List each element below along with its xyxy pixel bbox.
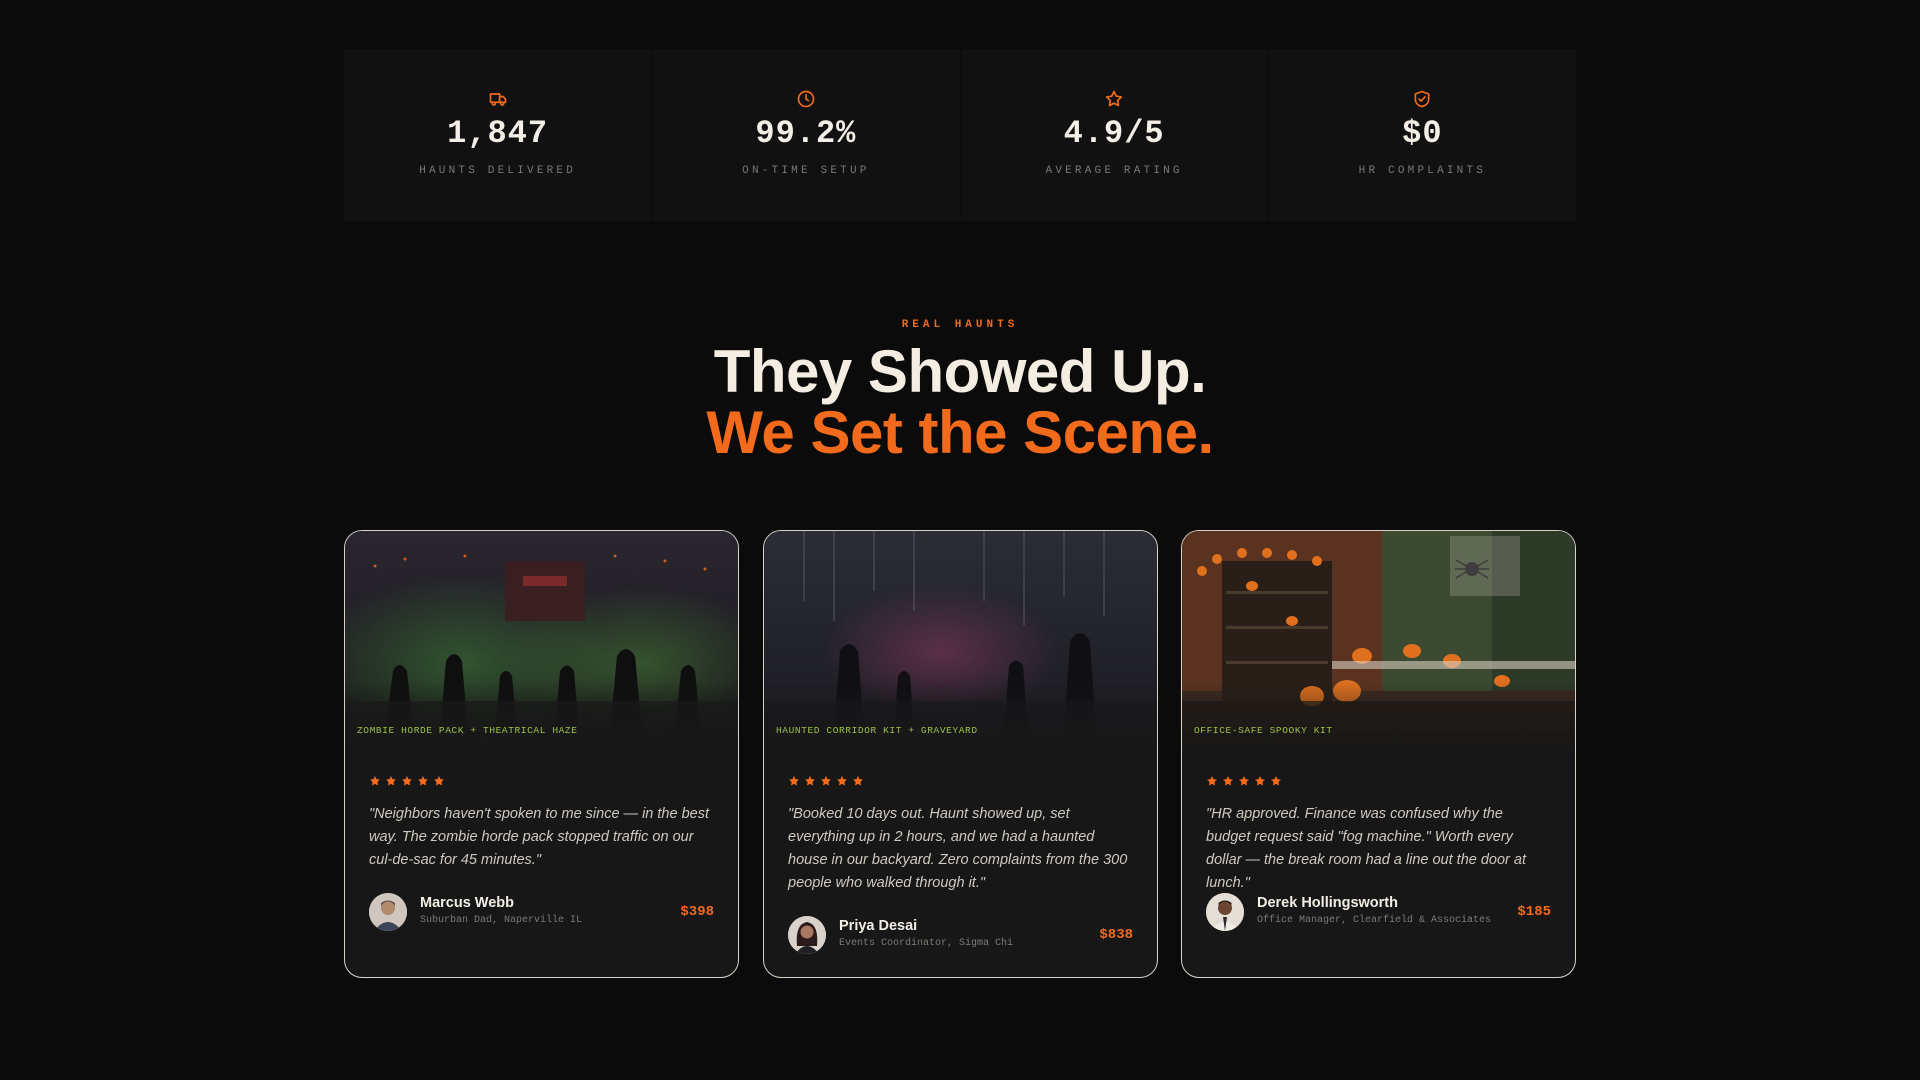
author-name: Marcus Webb bbox=[420, 895, 515, 911]
scene-fade bbox=[764, 681, 1157, 751]
product-tag: OFFICE-SAFE SPOOKY KIT bbox=[1194, 725, 1333, 736]
author-role: Suburban Dad, Naperville IL bbox=[420, 915, 583, 926]
avatar bbox=[369, 893, 407, 931]
scene-fade bbox=[1182, 681, 1575, 751]
star-icon bbox=[385, 775, 397, 787]
stat-label: AVERAGE RATING bbox=[1045, 165, 1183, 177]
testimonial-quote: "Neighbors haven't spoken to me since — … bbox=[369, 806, 709, 868]
star-icon bbox=[1238, 775, 1250, 787]
stat-value: 1,847 bbox=[447, 115, 549, 152]
section-title-line1: They Showed Up. bbox=[713, 338, 1207, 405]
author-role: Events Coordinator, Sigma Chi bbox=[839, 938, 1014, 949]
star-icon bbox=[401, 775, 413, 787]
stat-label: ON-TIME SETUP bbox=[742, 165, 870, 177]
testimonial-card[interactable]: OFFICE-SAFE SPOOKY KIT "HR approved. Fin… bbox=[1181, 530, 1576, 978]
stat-label: HAUNTS DELIVERED bbox=[419, 165, 577, 177]
star-rating bbox=[369, 775, 445, 787]
star-icon bbox=[852, 775, 864, 787]
star-icon bbox=[1254, 775, 1266, 787]
order-price: $398 bbox=[680, 904, 714, 920]
order-price: $185 bbox=[1517, 904, 1551, 920]
testimonial-author: Marcus Webb Suburban Dad, Naperville IL … bbox=[369, 893, 714, 933]
stat-haunts-delivered: 1,847 HAUNTS DELIVERED bbox=[344, 49, 653, 221]
star-icon bbox=[1206, 775, 1218, 787]
star-icon bbox=[1104, 89, 1124, 109]
star-icon bbox=[1270, 775, 1282, 787]
zombie-horde-scene bbox=[345, 531, 738, 751]
star-icon bbox=[836, 775, 848, 787]
testimonial-author: Priya Desai Events Coordinator, Sigma Ch… bbox=[788, 916, 1133, 956]
star-icon bbox=[433, 775, 445, 787]
stat-value: 4.9/5 bbox=[1063, 115, 1165, 152]
testimonial-author: Derek Hollingsworth Office Manager, Clea… bbox=[1206, 893, 1551, 933]
stats-bar: 1,847 HAUNTS DELIVERED 99.2% ON-TIME SET… bbox=[344, 49, 1576, 221]
scene-fade bbox=[345, 681, 738, 751]
product-tag: HAUNTED CORRIDOR KIT + GRAVEYARD bbox=[776, 725, 978, 736]
stat-value: 99.2% bbox=[755, 115, 857, 152]
haunted-corridor-scene bbox=[764, 531, 1157, 751]
star-icon bbox=[788, 775, 800, 787]
section-title-line2: We Set the Scene. bbox=[706, 399, 1214, 466]
star-icon bbox=[804, 775, 816, 787]
star-rating bbox=[788, 775, 864, 787]
office-spooky-scene bbox=[1182, 531, 1575, 751]
stat-label: HR COMPLAINTS bbox=[1358, 165, 1487, 177]
testimonial-quote: "Booked 10 days out. Haunt showed up, se… bbox=[788, 806, 1128, 891]
author-name: Derek Hollingsworth bbox=[1257, 895, 1398, 911]
stat-hr-complaints: $0 HR COMPLAINTS bbox=[1268, 49, 1576, 221]
star-icon bbox=[1222, 775, 1234, 787]
section-title: They Showed Up. We Set the Scene. bbox=[0, 341, 1920, 463]
testimonial-cards: ZOMBIE HORDE PACK + THEATRICAL HAZE "Nei… bbox=[344, 530, 1576, 978]
author-name: Priya Desai bbox=[839, 918, 918, 934]
order-price: $838 bbox=[1099, 927, 1133, 943]
shield-check-icon bbox=[1412, 89, 1432, 109]
testimonial-card[interactable]: HAUNTED CORRIDOR KIT + GRAVEYARD "Booked… bbox=[763, 530, 1158, 978]
star-icon bbox=[369, 775, 381, 787]
clock-icon bbox=[796, 89, 816, 109]
testimonial-quote: "HR approved. Finance was confused why t… bbox=[1206, 806, 1526, 891]
star-rating bbox=[1206, 775, 1282, 787]
avatar bbox=[1206, 893, 1244, 931]
truck-icon bbox=[488, 89, 508, 109]
stat-average-rating: 4.9/5 AVERAGE RATING bbox=[960, 49, 1269, 221]
avatar bbox=[788, 916, 826, 954]
section-eyebrow: REAL HAUNTS bbox=[901, 319, 1019, 331]
star-icon bbox=[417, 775, 429, 787]
testimonial-card[interactable]: ZOMBIE HORDE PACK + THEATRICAL HAZE "Nei… bbox=[344, 530, 739, 978]
author-role: Office Manager, Clearfield & Associates bbox=[1257, 915, 1492, 926]
star-icon bbox=[820, 775, 832, 787]
product-tag: ZOMBIE HORDE PACK + THEATRICAL HAZE bbox=[357, 725, 578, 736]
stat-value: $0 bbox=[1402, 115, 1443, 152]
stat-on-time-setup: 99.2% ON-TIME SETUP bbox=[652, 49, 961, 221]
